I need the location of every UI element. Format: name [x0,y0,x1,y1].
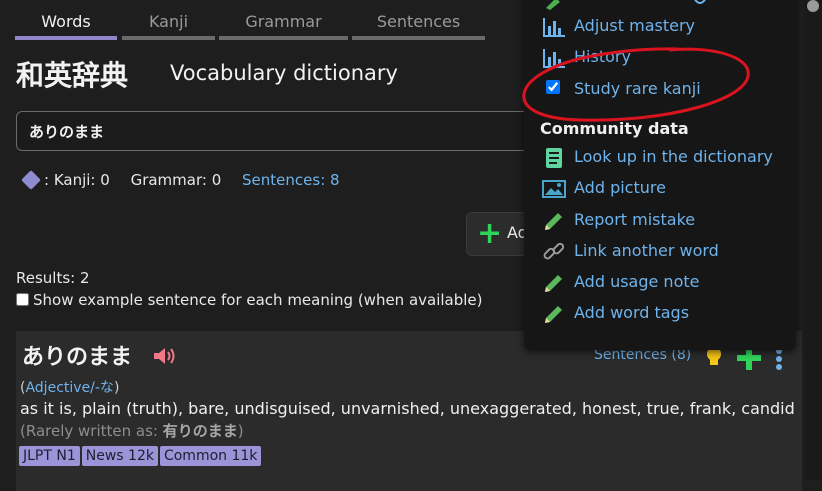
picture-icon [542,180,566,198]
menu-add-picture-label: Add picture [574,178,666,197]
rare-prefix: (Rarely written as: [20,422,163,440]
scrollbar-thumb[interactable] [807,0,819,12]
bar-chart-icon [543,18,565,37]
tag-jlpt[interactable]: JLPT N1 [19,446,80,466]
tab-sentences-underline [352,36,485,40]
menu-link-another-word-label: Link another word [574,241,719,260]
pencil-icon [545,306,562,323]
rare-form-note: (Rarely written as: 有りのまま) [20,420,244,441]
rare-suffix: ) [237,422,244,440]
scrollbar[interactable] [804,0,822,480]
kanji-count: : Kanji: 0 [44,171,110,189]
search-input[interactable] [27,118,551,144]
tab-kanji-underline [122,36,215,40]
plus-icon: + [477,216,503,251]
tag-common[interactable]: Common 11k [159,446,262,466]
menu-study-rare-kanji-label: Study rare kanji [574,79,701,98]
result-counts: : Kanji: 0 Grammar: 0 Sentences: 8 [20,170,340,190]
bar-chart-icon [543,49,565,68]
menu-look-up-dictionary-label: Look up in the dictionary [574,147,773,166]
tab-sentences-label: Sentences [376,12,461,31]
book-icon [546,148,562,168]
menu-adjust-mastery-label: Adjust mastery [574,16,695,35]
partial-menu-item-edge [694,0,706,4]
menu-add-word-tags-label: Add word tags [574,303,690,322]
pencil-icon [545,213,562,230]
direction-sign-icon [21,170,41,190]
word-options-menu: Adjust mastery History Study rare kanji … [524,0,796,350]
search-box[interactable] [16,111,578,151]
menu-add-usage-note-label: Add usage note [574,272,700,291]
grammar-count: Grammar: 0 [130,171,222,189]
show-examples-label: Show example sentence for each meaning (… [33,291,483,309]
tab-grammar[interactable]: Grammar [219,12,348,40]
menu-report-mistake-label: Report mistake [574,210,696,229]
tag-news[interactable]: News 12k [81,446,158,466]
part-of-speech-link[interactable]: Adjective/-な [25,380,113,396]
tab-words[interactable]: Words [15,12,117,40]
word-tags: JLPT N1 News 12k Common 11k [19,445,263,466]
menu-history-label: History [574,47,631,66]
more-options-icon[interactable] [774,347,784,371]
part-of-speech: (Adjective/-な) [20,377,119,397]
tab-sentences[interactable]: Sentences [352,12,485,40]
tab-words-label: Words [41,12,91,31]
definition: as it is, plain (truth), bare, undisguis… [20,399,795,418]
community-data-heading: Community data [540,119,689,138]
speaker-icon[interactable] [152,345,178,367]
word-entry-card: ありのまま (Adjective/-な) as it is, plain (tr… [16,331,802,491]
tab-grammar-underline [219,36,348,40]
tab-words-underline [15,36,117,40]
study-rare-kanji-checkbox[interactable] [546,80,560,94]
tab-grammar-label: Grammar [245,12,322,31]
show-examples-checkbox[interactable] [16,293,29,306]
sentences-count-link[interactable]: Sentences: 8 [242,171,340,189]
entry-word: ありのまま [22,345,133,370]
partial-menu-item-icon [546,0,560,10]
pos-close: ) [113,380,120,396]
pencil-icon [545,275,562,292]
page-title-japanese: 和英辞典 [16,59,129,92]
rare-form: 有りのまま [162,422,238,440]
link-icon [543,242,565,260]
tab-kanji-label: Kanji [148,12,189,31]
show-examples-option[interactable]: Show example sentence for each meaning (… [16,291,483,309]
page-title: Vocabulary dictionary [170,61,398,85]
results-count: Results: 2 [16,269,90,287]
tab-kanji[interactable]: Kanji [122,12,215,40]
